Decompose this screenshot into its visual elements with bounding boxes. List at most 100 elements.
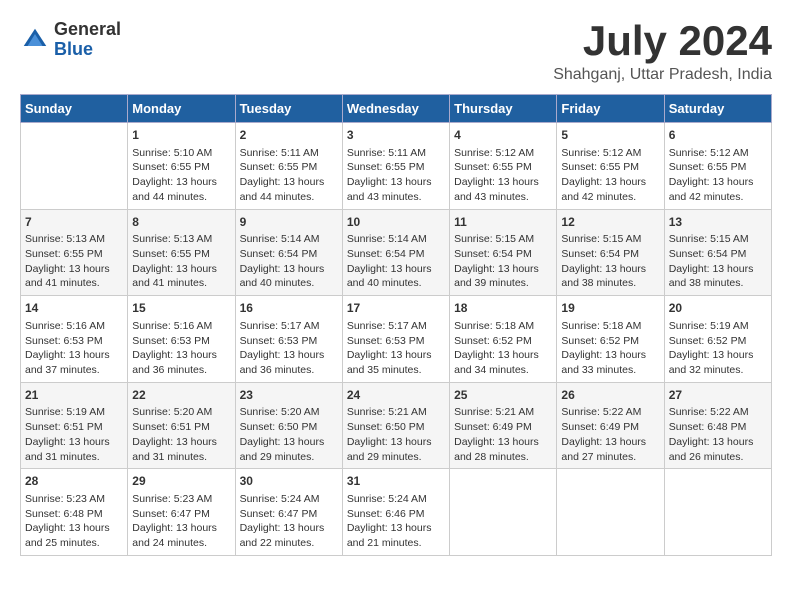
day-content: Sunrise: 5:18 AM Sunset: 6:52 PM Dayligh… <box>454 319 552 378</box>
calendar-header: SundayMondayTuesdayWednesdayThursdayFrid… <box>21 95 772 123</box>
calendar-cell: 25Sunrise: 5:21 AM Sunset: 6:49 PM Dayli… <box>450 382 557 469</box>
day-content: Sunrise: 5:12 AM Sunset: 6:55 PM Dayligh… <box>454 146 552 205</box>
calendar-cell: 31 Sunrise: 5:24 AM Sunset: 6:46 PM Dayli… <box>342 469 449 556</box>
calendar-cell: 20 Sunrise: 5:19 AM Sunset: 6:52 PM Dayli… <box>664 296 771 383</box>
day-content: Sunrise: 5:15 AM Sunset: 6:54 PM Dayligh… <box>454 232 552 291</box>
calendar-cell: 26Sunrise: 5:22 AM Sunset: 6:49 PM Dayli… <box>557 382 664 469</box>
day-content: Sunrise: 5:16 AM Sunset: 6:53 PM Dayligh… <box>25 319 123 378</box>
day-number: 29 <box>132 473 230 490</box>
day-content: Sunrise: 5:19 AM Sunset: 6:51 PM Dayligh… <box>25 405 123 464</box>
day-content: Sunrise: 5:19 AM Sunset: 6:52 PM Dayligh… <box>669 319 767 378</box>
calendar-cell: 5Sunrise: 5:12 AM Sunset: 6:55 PM Daylig… <box>557 123 664 210</box>
day-content: Sunrise: 5:12 AM Sunset: 6:55 PM Dayligh… <box>669 146 767 205</box>
day-number: 18 <box>454 300 552 317</box>
calendar-cell: 9Sunrise: 5:14 AM Sunset: 6:54 PM Daylig… <box>235 209 342 296</box>
day-content: Sunrise: 5:14 AM Sunset: 6:54 PM Dayligh… <box>240 232 338 291</box>
calendar-cell: 18 Sunrise: 5:18 AM Sunset: 6:52 PM Dayli… <box>450 296 557 383</box>
calendar-week-3: 14 Sunrise: 5:16 AM Sunset: 6:53 PM Dayli… <box>21 296 772 383</box>
calendar-cell: 11Sunrise: 5:15 AM Sunset: 6:54 PM Dayli… <box>450 209 557 296</box>
day-number: 14 <box>25 300 123 317</box>
day-number: 2 <box>240 127 338 144</box>
calendar-cell: 13Sunrise: 5:15 AM Sunset: 6:54 PM Dayli… <box>664 209 771 296</box>
calendar-week-4: 21Sunrise: 5:19 AM Sunset: 6:51 PM Dayli… <box>21 382 772 469</box>
day-content: Sunrise: 5:23 AM Sunset: 6:47 PM Dayligh… <box>132 492 230 551</box>
day-number: 20 <box>669 300 767 317</box>
day-content: Sunrise: 5:10 AM Sunset: 6:55 PM Dayligh… <box>132 146 230 205</box>
day-number: 15 <box>132 300 230 317</box>
day-number: 25 <box>454 387 552 404</box>
calendar-cell <box>450 469 557 556</box>
day-content: Sunrise: 5:24 AM Sunset: 6:46 PM Dayligh… <box>347 492 445 551</box>
day-content: Sunrise: 5:13 AM Sunset: 6:55 PM Dayligh… <box>25 232 123 291</box>
month-year-title: July 2024 <box>553 20 772 62</box>
day-content: Sunrise: 5:15 AM Sunset: 6:54 PM Dayligh… <box>561 232 659 291</box>
location-subtitle: Shahganj, Uttar Pradesh, India <box>553 66 772 84</box>
day-number: 4 <box>454 127 552 144</box>
day-number: 10 <box>347 214 445 231</box>
day-number: 27 <box>669 387 767 404</box>
calendar-cell: 24Sunrise: 5:21 AM Sunset: 6:50 PM Dayli… <box>342 382 449 469</box>
calendar-cell: 23Sunrise: 5:20 AM Sunset: 6:50 PM Dayli… <box>235 382 342 469</box>
header-day-friday: Friday <box>557 95 664 123</box>
day-content: Sunrise: 5:14 AM Sunset: 6:54 PM Dayligh… <box>347 232 445 291</box>
day-content: Sunrise: 5:18 AM Sunset: 6:52 PM Dayligh… <box>561 319 659 378</box>
day-number: 8 <box>132 214 230 231</box>
logo: General Blue <box>20 20 121 60</box>
day-content: Sunrise: 5:17 AM Sunset: 6:53 PM Dayligh… <box>240 319 338 378</box>
calendar-week-1: 1 Sunrise: 5:10 AM Sunset: 6:55 PM Daylig… <box>21 123 772 210</box>
header-row: SundayMondayTuesdayWednesdayThursdayFrid… <box>21 95 772 123</box>
logo-text: General Blue <box>54 20 121 60</box>
day-number: 30 <box>240 473 338 490</box>
calendar-cell: 6 Sunrise: 5:12 AM Sunset: 6:55 PM Daylig… <box>664 123 771 210</box>
calendar-cell: 27Sunrise: 5:22 AM Sunset: 6:48 PM Dayli… <box>664 382 771 469</box>
day-content: Sunrise: 5:21 AM Sunset: 6:49 PM Dayligh… <box>454 405 552 464</box>
title-block: July 2024 Shahganj, Uttar Pradesh, India <box>553 20 772 84</box>
calendar-cell: 3Sunrise: 5:11 AM Sunset: 6:55 PM Daylig… <box>342 123 449 210</box>
day-content: Sunrise: 5:17 AM Sunset: 6:53 PM Dayligh… <box>347 319 445 378</box>
logo-blue: Blue <box>54 40 121 60</box>
day-content: Sunrise: 5:11 AM Sunset: 6:55 PM Dayligh… <box>240 146 338 205</box>
header-day-wednesday: Wednesday <box>342 95 449 123</box>
day-number: 16 <box>240 300 338 317</box>
day-content: Sunrise: 5:22 AM Sunset: 6:48 PM Dayligh… <box>669 405 767 464</box>
logo-general: General <box>54 20 121 40</box>
calendar-cell: 12Sunrise: 5:15 AM Sunset: 6:54 PM Dayli… <box>557 209 664 296</box>
day-content: Sunrise: 5:24 AM Sunset: 6:47 PM Dayligh… <box>240 492 338 551</box>
calendar-table: SundayMondayTuesdayWednesdayThursdayFrid… <box>20 94 772 556</box>
day-number: 12 <box>561 214 659 231</box>
calendar-cell: 2 Sunrise: 5:11 AM Sunset: 6:55 PM Daylig… <box>235 123 342 210</box>
day-content: Sunrise: 5:23 AM Sunset: 6:48 PM Dayligh… <box>25 492 123 551</box>
calendar-cell: 10Sunrise: 5:14 AM Sunset: 6:54 PM Dayli… <box>342 209 449 296</box>
calendar-cell: 30 Sunrise: 5:24 AM Sunset: 6:47 PM Dayli… <box>235 469 342 556</box>
day-number: 23 <box>240 387 338 404</box>
day-number: 9 <box>240 214 338 231</box>
page-header: General Blue July 2024 Shahganj, Uttar P… <box>20 20 772 84</box>
day-number: 31 <box>347 473 445 490</box>
day-number: 7 <box>25 214 123 231</box>
logo-icon <box>20 25 50 55</box>
day-number: 6 <box>669 127 767 144</box>
day-content: Sunrise: 5:11 AM Sunset: 6:55 PM Dayligh… <box>347 146 445 205</box>
day-number: 11 <box>454 214 552 231</box>
calendar-cell: 21Sunrise: 5:19 AM Sunset: 6:51 PM Dayli… <box>21 382 128 469</box>
calendar-body: 1 Sunrise: 5:10 AM Sunset: 6:55 PM Daylig… <box>21 123 772 556</box>
calendar-cell: 14 Sunrise: 5:16 AM Sunset: 6:53 PM Dayli… <box>21 296 128 383</box>
calendar-cell <box>21 123 128 210</box>
day-content: Sunrise: 5:20 AM Sunset: 6:50 PM Dayligh… <box>240 405 338 464</box>
day-content: Sunrise: 5:22 AM Sunset: 6:49 PM Dayligh… <box>561 405 659 464</box>
calendar-cell: 28Sunrise: 5:23 AM Sunset: 6:48 PM Dayli… <box>21 469 128 556</box>
day-number: 19 <box>561 300 659 317</box>
header-day-tuesday: Tuesday <box>235 95 342 123</box>
day-content: Sunrise: 5:20 AM Sunset: 6:51 PM Dayligh… <box>132 405 230 464</box>
calendar-cell: 1 Sunrise: 5:10 AM Sunset: 6:55 PM Daylig… <box>128 123 235 210</box>
calendar-cell <box>557 469 664 556</box>
day-number: 5 <box>561 127 659 144</box>
calendar-cell: 17Sunrise: 5:17 AM Sunset: 6:53 PM Dayli… <box>342 296 449 383</box>
calendar-cell: 16 Sunrise: 5:17 AM Sunset: 6:53 PM Dayli… <box>235 296 342 383</box>
day-content: Sunrise: 5:21 AM Sunset: 6:50 PM Dayligh… <box>347 405 445 464</box>
day-content: Sunrise: 5:15 AM Sunset: 6:54 PM Dayligh… <box>669 232 767 291</box>
calendar-cell: 29 Sunrise: 5:23 AM Sunset: 6:47 PM Dayli… <box>128 469 235 556</box>
day-number: 13 <box>669 214 767 231</box>
day-number: 1 <box>132 127 230 144</box>
calendar-week-2: 7Sunrise: 5:13 AM Sunset: 6:55 PM Daylig… <box>21 209 772 296</box>
